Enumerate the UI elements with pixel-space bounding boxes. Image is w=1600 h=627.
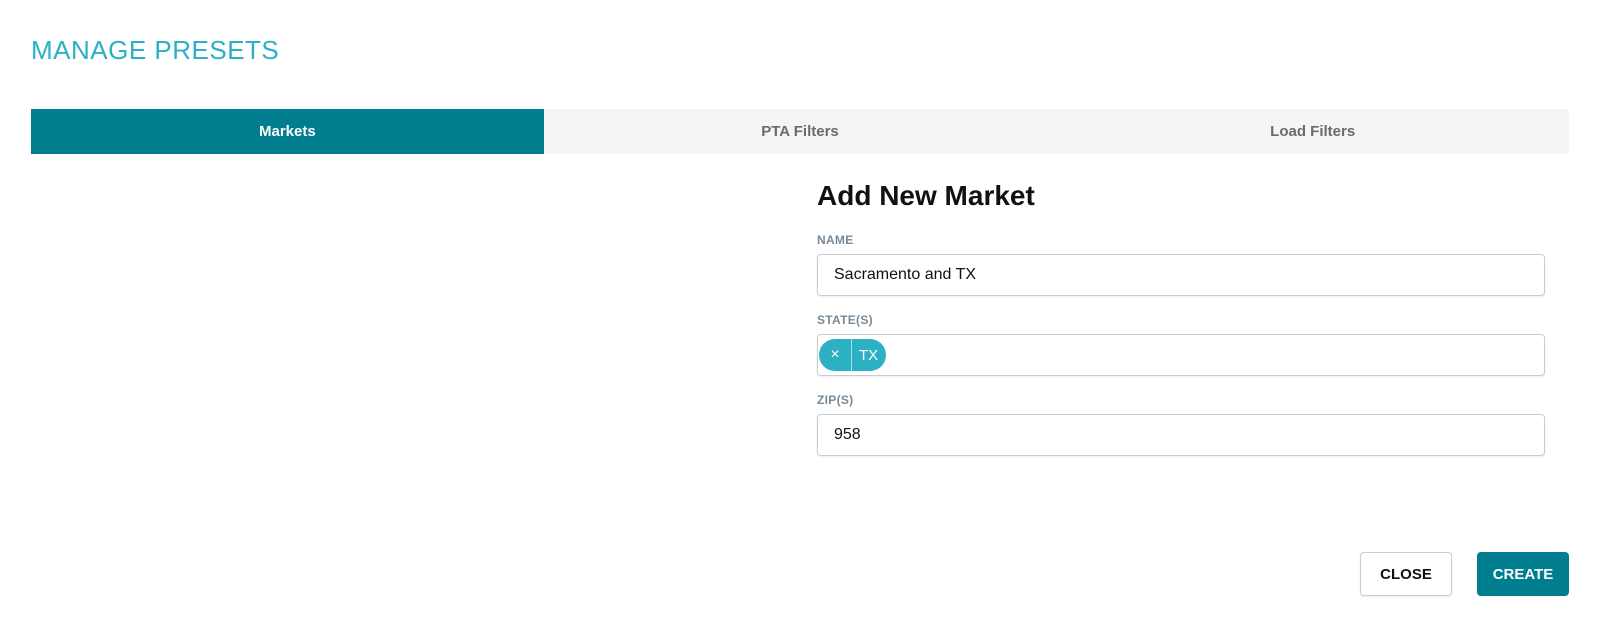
name-label: NAME [817, 233, 854, 247]
modal-title: MANAGE PRESETS [31, 35, 280, 65]
state-tag-label: TX [859, 346, 879, 364]
add-market-form: Add New Market NAME STATE(S) × TX ZIP(S) [817, 178, 1545, 472]
zips-input[interactable] [817, 414, 1545, 456]
tab-pta-filters[interactable]: PTA Filters [544, 109, 1057, 154]
states-label: STATE(S) [817, 313, 873, 327]
tab-markets[interactable]: Markets [31, 109, 544, 154]
preset-tabs: Markets PTA Filters Load Filters [31, 109, 1569, 154]
zips-field-group: ZIP(S) [817, 392, 1545, 456]
states-tag-input[interactable]: × TX [817, 334, 1545, 376]
name-field-group: NAME [817, 232, 1545, 296]
states-text-entry[interactable] [886, 334, 1544, 376]
remove-tag-icon[interactable]: × [819, 339, 852, 371]
form-heading: Add New Market [817, 180, 1035, 211]
close-button[interactable]: CLOSE [1360, 552, 1452, 596]
manage-presets-modal: MANAGE PRESETS Markets PTA Filters Load … [0, 0, 1600, 627]
create-button[interactable]: CREATE [1477, 552, 1569, 596]
state-tag: × TX [819, 339, 887, 371]
name-input[interactable] [817, 254, 1545, 296]
states-field-group: STATE(S) × TX [817, 312, 1545, 376]
zips-label: ZIP(S) [817, 393, 854, 407]
tab-load-filters[interactable]: Load Filters [1056, 109, 1569, 154]
